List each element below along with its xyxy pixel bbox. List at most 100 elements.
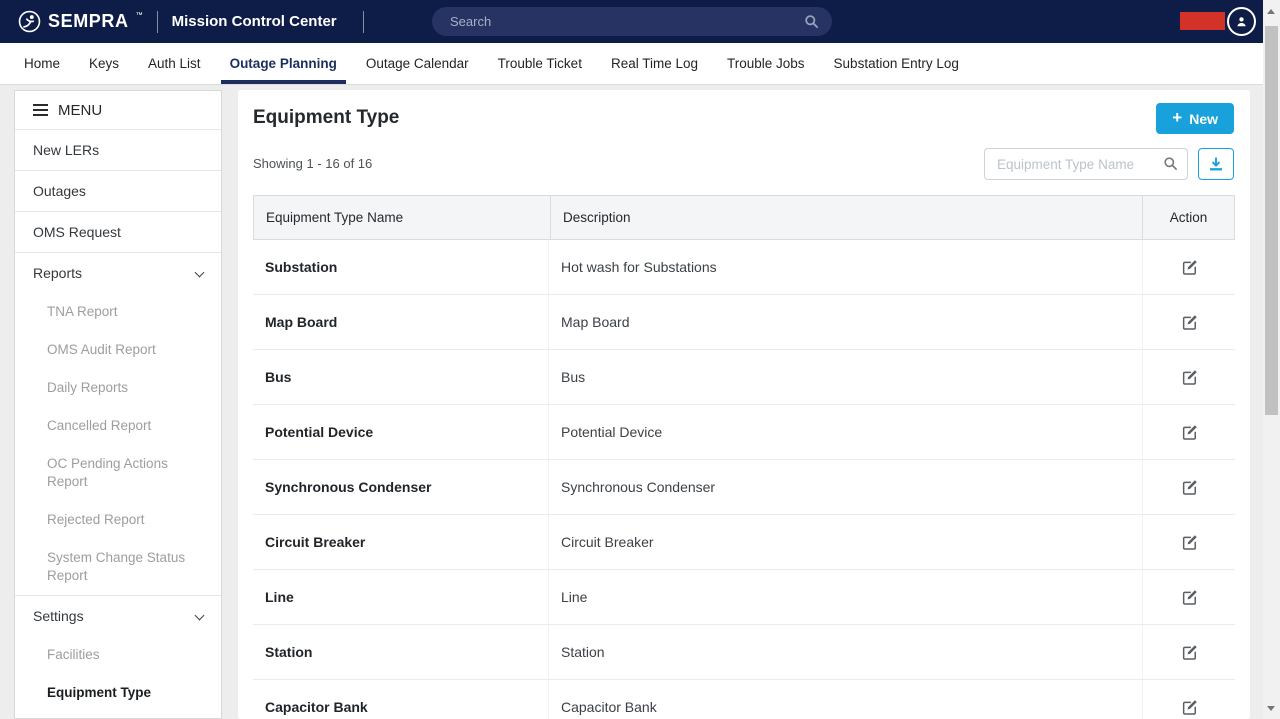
edit-button[interactable] [1178, 586, 1201, 609]
scrollbar-thumb[interactable] [1265, 26, 1278, 415]
nav-tab[interactable]: Keys [80, 43, 128, 84]
brand: SEMPRA ™ [18, 10, 143, 33]
app-header: SEMPRA ™ Mission Control Center [0, 0, 1280, 43]
sidebar-item-label: Outages [33, 183, 86, 199]
plus-icon: + [1172, 109, 1182, 126]
nav-tab-label: Outage Planning [230, 56, 337, 71]
table-row: Substation Hot wash for Substations [253, 240, 1235, 295]
sidebar-item-label: OC Pending Actions Report [47, 456, 168, 489]
edit-pencil-icon [1181, 699, 1198, 716]
equipment-type-name: Line [265, 589, 294, 605]
filter-search-input[interactable] [984, 148, 1188, 180]
scroll-down-arrow[interactable] [1267, 706, 1275, 711]
nav-tab[interactable]: Trouble Jobs [718, 43, 814, 84]
nav-tab[interactable]: Outage Planning [221, 43, 346, 84]
sidebar-item[interactable]: Outages [15, 170, 221, 211]
column-header-name: Equipment Type Name [254, 196, 550, 239]
primary-nav: Home Keys Auth List Outage Planning Outa… [0, 43, 1280, 85]
sidebar-item[interactable]: Rejected Report [15, 501, 221, 539]
sidebar-item-label: Reports [33, 265, 82, 281]
sidebar-item[interactable]: Cancelled Report [15, 407, 221, 445]
edit-button[interactable] [1178, 311, 1201, 334]
sidebar-item[interactable]: System Change Status Report [15, 539, 221, 595]
edit-pencil-icon [1181, 369, 1198, 386]
sidebar: MENU New LERs Outages OMS Request Report… [14, 90, 222, 719]
sidebar-item-label: OMS Request [33, 224, 121, 240]
table-row: Map Board Map Board [253, 295, 1235, 350]
edit-pencil-icon [1181, 259, 1198, 276]
nav-tab[interactable]: Home [15, 43, 69, 84]
table-row: Potential Device Potential Device [253, 405, 1235, 460]
equipment-type-name: Capacitor Bank [265, 699, 368, 715]
nav-tab-label: Trouble Ticket [498, 56, 582, 71]
sidebar-item-label: Equipment Type [47, 685, 151, 700]
sidebar-item[interactable]: Daily Reports [15, 369, 221, 407]
new-button[interactable]: + New [1156, 103, 1234, 134]
table-row: Bus Bus [253, 350, 1235, 405]
edit-button[interactable] [1178, 421, 1201, 444]
brand-name: SEMPRA [48, 11, 129, 32]
vertical-scrollbar [1263, 0, 1280, 719]
equipment-type-name: Bus [265, 369, 291, 385]
equipment-type-description: Station [561, 644, 605, 660]
main-panel: Equipment Type + New Showing 1 - 16 of 1… [238, 90, 1250, 719]
sidebar-item[interactable]: New LERs [15, 129, 221, 170]
global-search-input[interactable] [432, 7, 832, 36]
column-header-description: Description [550, 196, 1142, 239]
nav-tab-label: Auth List [148, 56, 201, 71]
sidebar-item[interactable]: OC Pending Actions Report [15, 445, 221, 501]
table-row: Station Station [253, 625, 1235, 680]
edit-button[interactable] [1178, 641, 1201, 664]
equipment-type-table: Equipment Type Name Description Action S… [253, 195, 1235, 719]
edit-button[interactable] [1178, 531, 1201, 554]
showing-count: Showing 1 - 16 of 16 [253, 156, 372, 171]
menu-toggle[interactable]: MENU [15, 91, 221, 129]
nav-tab-label: Trouble Jobs [727, 56, 805, 71]
edit-button[interactable] [1178, 476, 1201, 499]
equipment-type-name: Circuit Breaker [265, 534, 365, 550]
brand-trademark: ™ [136, 12, 143, 19]
sidebar-item-label: Facilities [47, 647, 100, 662]
edit-button[interactable] [1178, 366, 1201, 389]
header-divider [157, 11, 158, 33]
sidebar-item-label: Cancelled Report [47, 418, 151, 433]
sidebar-item[interactable]: Settings [15, 595, 221, 636]
filter-search [984, 148, 1188, 180]
column-header-action: Action [1142, 196, 1234, 239]
equipment-type-description: Bus [561, 369, 585, 385]
sidebar-item[interactable]: Facilities [15, 636, 221, 674]
table-row: Circuit Breaker Circuit Breaker [253, 515, 1235, 570]
edit-pencil-icon [1181, 589, 1198, 606]
edit-pencil-icon [1181, 424, 1198, 441]
app-title: Mission Control Center [172, 13, 337, 30]
redacted-badge [1180, 12, 1225, 30]
sidebar-item-label: OMS Audit Report [47, 342, 156, 357]
sidebar-item[interactable]: Reports [15, 252, 221, 293]
sidebar-item[interactable]: OMS Request [15, 211, 221, 252]
nav-tab[interactable]: Real Time Log [602, 43, 707, 84]
sidebar-item[interactable]: Equipment Type [15, 674, 221, 712]
sidebar-item[interactable]: TNA Report [15, 293, 221, 331]
nav-tab[interactable]: Auth List [139, 43, 210, 84]
sidebar-item-label: TNA Report [47, 304, 118, 319]
person-icon [1234, 14, 1249, 29]
global-search [432, 7, 832, 36]
equipment-type-name: Station [265, 644, 312, 660]
export-download-button[interactable] [1198, 148, 1234, 180]
equipment-type-description: Line [561, 589, 587, 605]
edit-button[interactable] [1178, 256, 1201, 279]
table-row: Synchronous Condenser Synchronous Conden… [253, 460, 1235, 515]
edit-pencil-icon [1181, 314, 1198, 331]
user-avatar-button[interactable] [1227, 7, 1256, 36]
nav-tab[interactable]: Substation Entry Log [825, 43, 968, 84]
nav-tab-label: Real Time Log [611, 56, 698, 71]
edit-button[interactable] [1178, 696, 1201, 719]
chevron-down-icon [195, 611, 205, 621]
hamburger-icon [33, 104, 48, 116]
header-divider [363, 11, 364, 33]
scroll-up-arrow[interactable] [1267, 9, 1275, 14]
nav-tab-label: Keys [89, 56, 119, 71]
nav-tab[interactable]: Trouble Ticket [489, 43, 591, 84]
sidebar-item[interactable]: OMS Audit Report [15, 331, 221, 369]
nav-tab[interactable]: Outage Calendar [357, 43, 478, 84]
